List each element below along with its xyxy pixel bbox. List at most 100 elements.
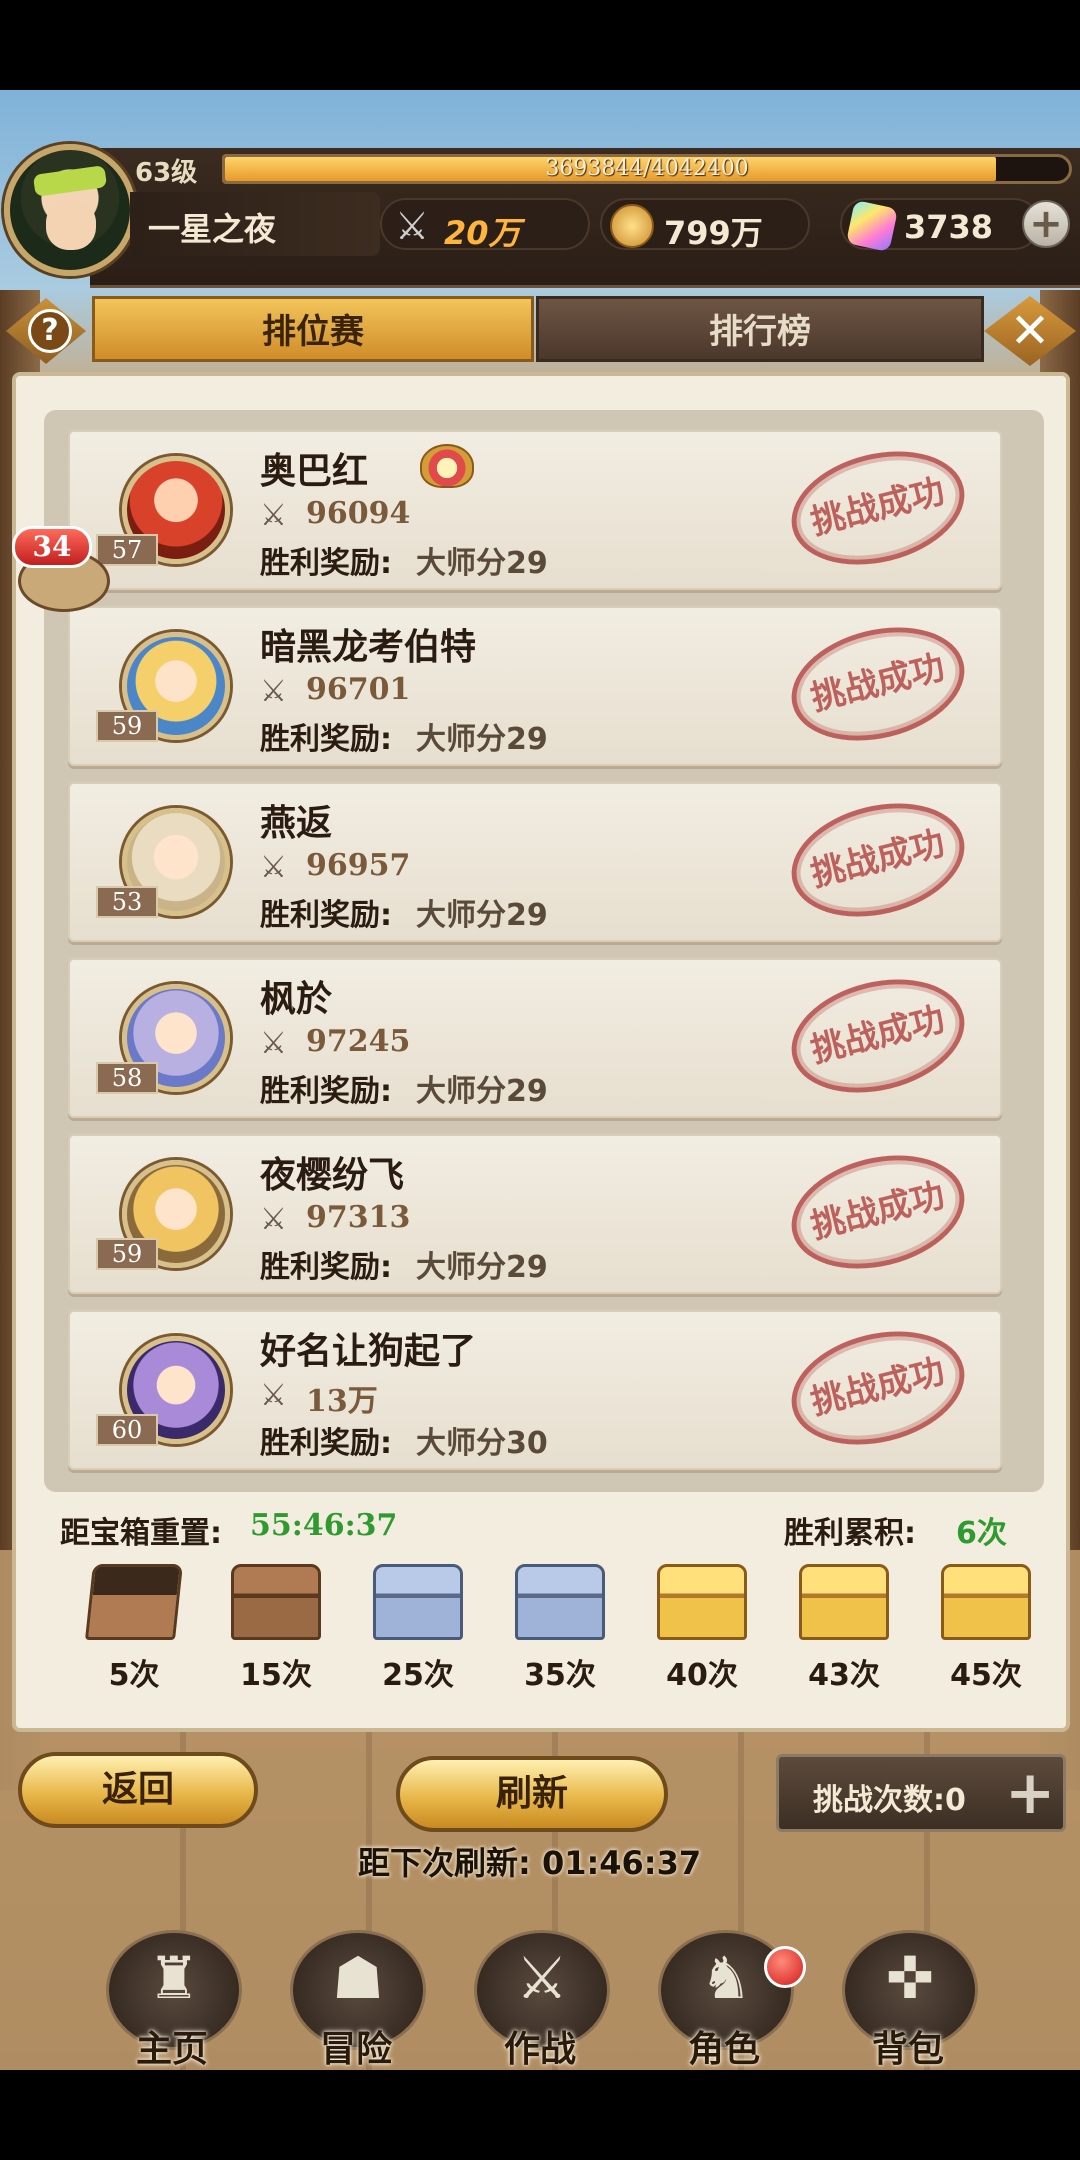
opponent-level: 60 — [96, 1414, 158, 1446]
silver-chest-icon — [515, 1564, 605, 1640]
opponent-card[interactable]: 59 暗黑龙考伯特 ⚔ 96701 胜利奖励: 大师分29 挑战成功 — [68, 606, 1002, 766]
crystal-icon — [845, 199, 899, 253]
exp-text: 3693844/4042400 — [545, 156, 749, 181]
refresh-button[interactable]: 刷新 — [396, 1756, 668, 1832]
challenge-success-stamp: 挑战成功 — [779, 1138, 977, 1286]
bottom-nav: ♜ 主页 ☗ 冒险 ⚔ 作战 ♞ 角色 ✜ 背包 — [0, 1900, 1080, 2070]
nav-home[interactable]: ♜ 主页 — [92, 1920, 252, 2070]
player-name-plate: 一星之夜 — [130, 192, 380, 256]
tab-leaderboard[interactable]: 排行榜 — [536, 296, 984, 362]
opponent-power: 96957 — [306, 848, 411, 883]
chest-milestone-count: 5次 — [108, 1658, 160, 1693]
chest-milestone[interactable]: 40次 — [642, 1564, 762, 1694]
reward-label: 胜利奖励: — [260, 546, 392, 581]
chest-milestone[interactable]: 25次 — [358, 1564, 478, 1694]
opponent-power: 96701 — [306, 672, 411, 707]
chest-milestone[interactable]: 43次 — [784, 1564, 904, 1694]
gold-display: 799万 — [600, 198, 810, 252]
sword-icon: ⚔ — [516, 1944, 568, 2012]
power-display: ⚔ 20万 — [380, 198, 590, 252]
reward-value: 大师分29 — [416, 898, 548, 933]
nav-bag[interactable]: ✜ 背包 — [828, 1920, 988, 2070]
avatar-hat — [32, 165, 108, 197]
ghost-icon: ☗ — [332, 1944, 384, 2012]
challenge-count-panel: 挑战次数:0 + — [776, 1754, 1066, 1832]
challenge-success-stamp: 挑战成功 — [779, 610, 977, 758]
opponent-list[interactable]: 57 奥巴红 ⚔ 96094 胜利奖励: 大师分29 挑战成功 59 暗黑龙考伯特 ⚔ 96701 胜… — [44, 410, 1044, 1492]
chest-milestone[interactable]: 5次 — [74, 1564, 194, 1694]
opponent-power: 97313 — [306, 1200, 411, 1235]
chest-milestone-count: 25次 — [382, 1658, 454, 1693]
add-challenges-button[interactable]: + — [1005, 1761, 1055, 1825]
opponent-level: 59 — [96, 1238, 158, 1270]
nav-character-label: 角色 — [687, 2029, 760, 2070]
gem-display: 3738 — [840, 198, 1040, 253]
reward-value: 大师分29 — [416, 1250, 548, 1285]
close-icon: ✕ — [1009, 303, 1051, 359]
crossed-swords-icon: ⚔ — [260, 1026, 287, 1061]
opponent-card[interactable]: 53 燕返 ⚔ 96957 胜利奖励: 大师分29 挑战成功 — [68, 782, 1002, 942]
player-header: 63级 3693844/4042400 一星之夜 ⚔ 20万 799万 3738… — [0, 140, 1080, 290]
winged-castle-emblem-icon: ♜ — [148, 1944, 200, 2012]
helmet-icon: ♞ — [700, 1944, 752, 2012]
tab-bar: ? 排位赛 排行榜 ✕ — [0, 296, 1080, 366]
challenge-success-stamp: 挑战成功 — [779, 1314, 977, 1462]
player-avatar[interactable] — [4, 144, 136, 276]
back-button[interactable]: 返回 — [18, 1752, 258, 1828]
add-gems-button[interactable]: + — [1022, 200, 1070, 248]
player-level: 63级 — [135, 158, 198, 188]
nav-battle-label: 作战 — [503, 2029, 576, 2070]
nav-adventure-label: 冒险 — [319, 2029, 392, 2070]
gold-chest-icon — [657, 1564, 747, 1640]
chest-milestone-count: 15次 — [240, 1658, 312, 1693]
challenge-success-stamp: 挑战成功 — [779, 786, 977, 934]
crossed-swords-icon: ⚔ — [260, 1202, 287, 1237]
wooden-chest-icon — [231, 1564, 321, 1640]
challenge-success-stamp: 挑战成功 — [779, 434, 977, 582]
reward-label: 胜利奖励: — [260, 1074, 392, 1109]
opponent-name: 夜樱纷飞 — [260, 1155, 405, 1196]
crossed-swords-icon: ⚔ — [260, 498, 287, 533]
opponent-name: 好名让狗起了 — [260, 1331, 477, 1372]
nav-home-label: 主页 — [135, 2029, 208, 2070]
reward-label: 胜利奖励: — [260, 1250, 392, 1285]
opponent-card[interactable]: 58 枫於 ⚔ 97245 胜利奖励: 大师分29 挑战成功 — [68, 958, 1002, 1118]
chest-milestone[interactable]: 35次 — [500, 1564, 620, 1694]
opponent-power: 13万 — [306, 1384, 378, 1419]
chest-milestone[interactable]: 15次 — [216, 1564, 336, 1694]
crossed-swords-icon: ⚔ — [394, 204, 430, 248]
opponent-card[interactable]: 60 好名让狗起了 ⚔ 13万胜利奖励: 大师分30 挑战成功 — [68, 1310, 1002, 1470]
exp-bar: 3693844/4042400 — [222, 154, 1072, 184]
opponent-name: 枫於 — [260, 979, 333, 1020]
opponent-level: 58 — [96, 1062, 158, 1094]
opponent-card[interactable]: 57 奥巴红 ⚔ 96094 胜利奖励: 大师分29 挑战成功 — [68, 430, 1002, 590]
chest-milestone-count: 40次 — [666, 1658, 738, 1693]
crossed-swords-icon: ⚔ — [260, 1378, 287, 1413]
chat-button[interactable]: 34 — [8, 526, 110, 616]
nav-character[interactable]: ♞ 角色 — [644, 1920, 804, 2070]
tab-ranked[interactable]: 排位赛 — [92, 296, 534, 362]
gem-value: 3738 — [904, 208, 994, 246]
chest-reset-timer: 55:46:37 — [250, 1508, 398, 1543]
chest-milestone[interactable]: 45次 — [926, 1564, 1046, 1694]
opponent-card[interactable]: 59 夜樱纷飞 ⚔ 97313 胜利奖励: 大师分29 挑战成功 — [68, 1134, 1002, 1294]
question-icon: ? — [28, 309, 72, 353]
opponent-name: 奥巴红 — [260, 451, 369, 492]
help-button[interactable]: ? — [6, 298, 86, 364]
challenge-success-stamp: 挑战成功 — [779, 962, 977, 1110]
close-button[interactable]: ✕ — [984, 296, 1076, 366]
opponent-level: 53 — [96, 886, 158, 918]
gold-chest-icon — [941, 1564, 1031, 1640]
avatar-face — [46, 200, 96, 250]
open-chest-icon — [85, 1564, 183, 1640]
nav-battle[interactable]: ⚔ 作战 — [460, 1920, 620, 2070]
chest-milestone-count: 43次 — [808, 1658, 880, 1693]
power-value: 20万 — [444, 214, 521, 252]
reward-value: 大师分29 — [416, 722, 548, 757]
wins-accumulated-label: 胜利累积: — [784, 1516, 916, 1551]
reward-label: 胜利奖励: — [260, 1426, 392, 1461]
reward-value: 大师分30 — [416, 1426, 548, 1461]
next-refresh-timer: 距下次刷新: 01:46:37 — [358, 1844, 702, 1882]
gold-coin-icon — [610, 204, 654, 248]
nav-adventure[interactable]: ☗ 冒险 — [276, 1920, 436, 2070]
